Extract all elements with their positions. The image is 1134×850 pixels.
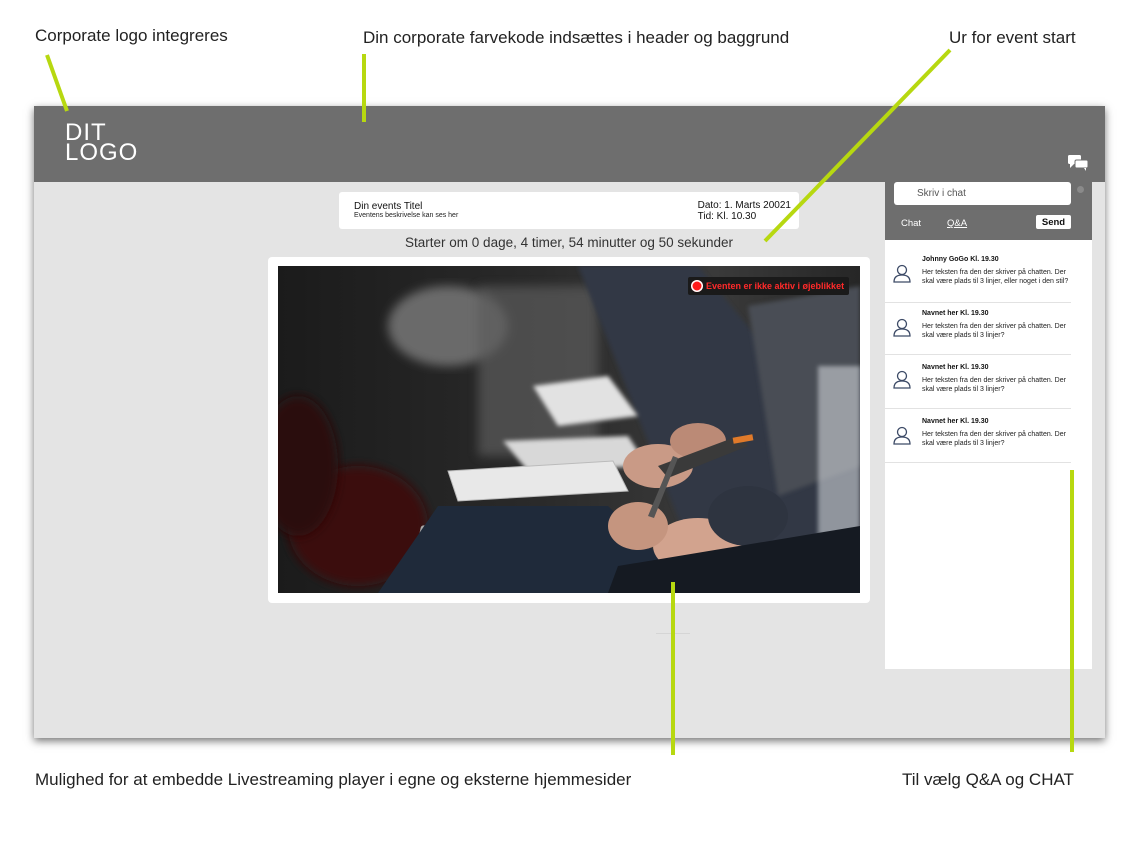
pointer-logo	[45, 54, 69, 112]
pointer-clock	[763, 48, 952, 243]
annotation-pointers	[45, 48, 1074, 755]
